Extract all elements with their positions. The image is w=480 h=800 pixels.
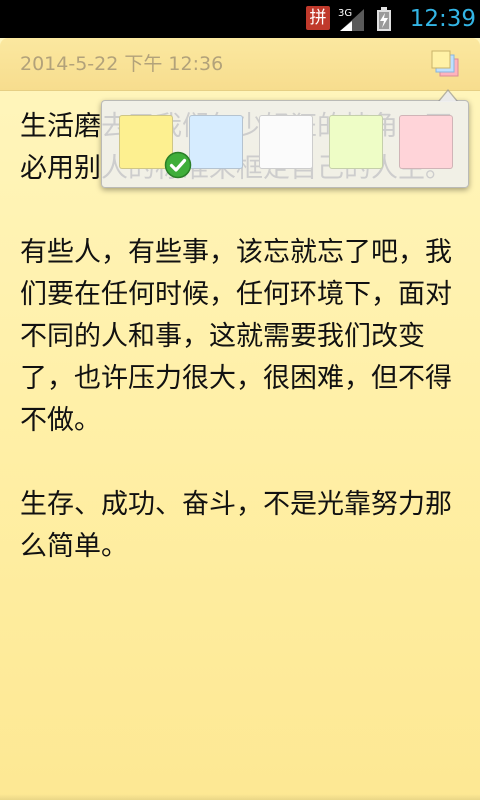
color-swatch-blue[interactable] <box>189 115 243 169</box>
color-picker-popup <box>101 89 469 188</box>
note-header: 2014-5-22 下午 12:36 <box>0 38 480 91</box>
ime-pinyin-icon: 拼 <box>306 6 330 30</box>
color-swatch-red[interactable] <box>399 115 453 169</box>
color-swatch-green[interactable] <box>329 115 383 169</box>
note-paragraph: 有些人，有些事，该忘就忘了吧，我们要在任何时候，任何环境下，面对不同的人和事，这… <box>20 237 452 436</box>
battery-charging-icon <box>377 7 391 31</box>
check-icon <box>164 151 192 179</box>
network-type-label: 3G <box>338 8 352 19</box>
signal-3g-icon: 3G <box>338 8 364 31</box>
status-time: 12:39 <box>409 6 476 32</box>
color-swatch-white[interactable] <box>259 115 313 169</box>
note-date: 2014-5-22 下午 12:36 <box>20 53 224 75</box>
status-bar: 拼 3G 12:39 <box>0 0 480 38</box>
note-bottom-edge <box>0 794 480 800</box>
note-paragraph: 生存、成功、奋斗，不是光靠努力那么简单。 <box>20 489 452 562</box>
bg-color-icon[interactable] <box>428 48 462 80</box>
popup-arrow-inner <box>439 91 457 102</box>
